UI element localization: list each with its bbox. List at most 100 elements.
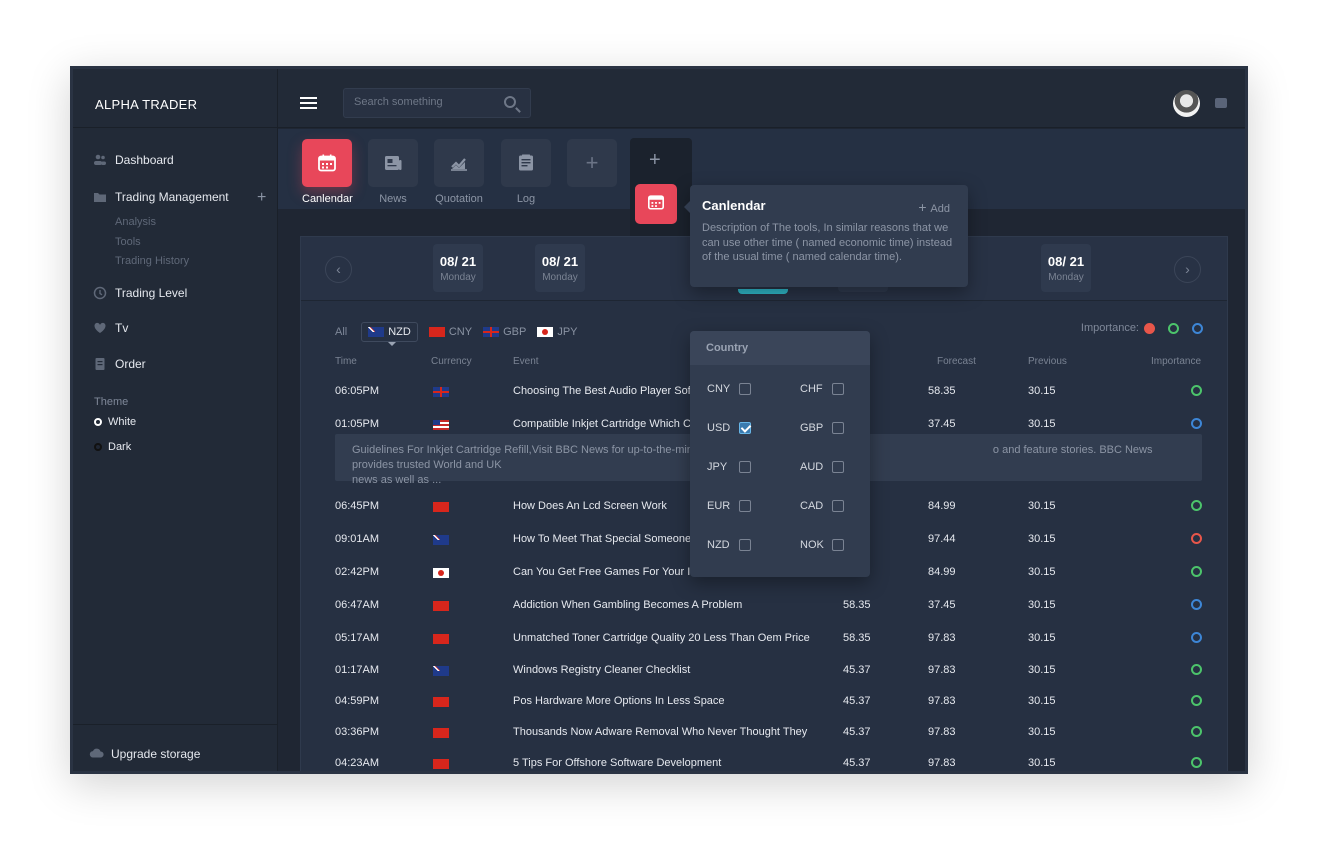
importance-indicator xyxy=(1191,695,1202,706)
filter-all[interactable]: All xyxy=(335,326,347,338)
sidebar-subitem-tools[interactable]: Tools xyxy=(115,236,141,248)
country-option-usd[interactable]: USD xyxy=(707,422,751,434)
cell-time: 01:17AM xyxy=(335,664,380,676)
checkbox[interactable] xyxy=(739,461,751,473)
chart-icon xyxy=(434,139,484,187)
add-button[interactable]: + Add xyxy=(918,199,950,215)
tool-quotation[interactable]: Quotation xyxy=(434,139,484,205)
col-header-event[interactable]: Event xyxy=(513,356,539,367)
menu-icon[interactable] xyxy=(300,97,317,112)
sidebar-item-order[interactable]: Order xyxy=(93,357,146,371)
date-chip[interactable]: 08/ 21 Monday xyxy=(535,244,585,292)
sidebar-item-label: Trading Management xyxy=(115,190,229,204)
sidebar-item-tv[interactable]: Tv xyxy=(93,321,128,335)
country-option-aud[interactable]: AUD xyxy=(800,461,844,473)
importance-high-toggle[interactable] xyxy=(1144,322,1155,334)
sidebar-item-label: Tv xyxy=(115,321,129,335)
country-option-cad[interactable]: CAD xyxy=(800,500,844,512)
divider xyxy=(73,724,278,725)
document-icon xyxy=(93,357,107,371)
checkbox[interactable] xyxy=(739,539,751,551)
cell-actual: 45.37 xyxy=(843,664,871,676)
cell-previous: 30.15 xyxy=(1028,757,1056,769)
table-row[interactable]: 05:17AM Unmatched Toner Cartridge Quality… xyxy=(301,624,1227,654)
divider xyxy=(73,127,278,128)
date-day: Monday xyxy=(542,272,578,283)
search-icon[interactable] xyxy=(504,96,516,108)
country-label: EUR xyxy=(707,500,731,512)
shortcut-calendar-button[interactable] xyxy=(635,184,677,224)
checkbox[interactable] xyxy=(832,422,844,434)
chat-icon[interactable] xyxy=(1215,98,1227,108)
importance-low-toggle[interactable] xyxy=(1192,322,1203,334)
table-row[interactable]: 04:23AM 5 Tips For Offshore Software Deve… xyxy=(301,749,1227,771)
folder-icon xyxy=(93,190,107,204)
checkbox[interactable] xyxy=(739,500,751,512)
table-row[interactable]: 03:36PM Thousands Now Adware Removal Who … xyxy=(301,718,1227,748)
filter-jpy[interactable]: JPY xyxy=(537,326,578,338)
country-option-nzd[interactable]: NZD xyxy=(707,539,751,551)
cell-forecast: 97.83 xyxy=(928,757,956,769)
currency-filter: All NZD CNY GBP JPY xyxy=(335,322,589,346)
country-option-jpy[interactable]: JPY xyxy=(707,461,751,473)
sidebar: ALPHA TRADER Dashboard Trading Managemen… xyxy=(73,69,278,771)
plus-icon[interactable]: + xyxy=(649,149,661,172)
col-header-time[interactable]: Time xyxy=(335,356,357,367)
date-chip[interactable]: 08/ 21 Monday xyxy=(433,244,483,292)
upgrade-storage-button[interactable]: Upgrade storage xyxy=(89,747,200,761)
checkbox[interactable] xyxy=(832,383,844,395)
checkbox[interactable] xyxy=(832,461,844,473)
tool-news[interactable]: News xyxy=(368,139,418,205)
filter-label: JPY xyxy=(557,326,578,338)
table-row[interactable]: 04:59PM Pos Hardware More Options In Less… xyxy=(301,687,1227,717)
cell-time: 01:05PM xyxy=(335,418,380,430)
cell-time: 04:23AM xyxy=(335,757,380,769)
theme-option-white[interactable]: White xyxy=(94,416,136,428)
chevron-left-icon[interactable]: ‹ xyxy=(325,256,352,283)
cell-actual: 45.37 xyxy=(843,695,871,707)
cell-actual: 58.35 xyxy=(843,632,871,644)
table-row[interactable]: 01:17AM Windows Registry Cleaner Checklis… xyxy=(301,656,1227,686)
nzd-flag-icon xyxy=(433,666,449,676)
col-header-importance[interactable]: Importance xyxy=(1151,356,1201,367)
country-panel-title: Country xyxy=(690,331,870,365)
col-header-previous[interactable]: Previous xyxy=(1028,356,1067,367)
checkbox[interactable] xyxy=(739,422,751,434)
table-row[interactable]: 06:47AM Addiction When Gambling Becomes A… xyxy=(301,591,1227,621)
country-label: CHF xyxy=(800,383,823,395)
cell-event: Unmatched Toner Cartridge Quality 20 Les… xyxy=(513,632,810,644)
sidebar-subitem-analysis[interactable]: Analysis xyxy=(115,216,156,228)
tool-calendar[interactable]: Canlendar xyxy=(302,139,353,205)
country-option-chf[interactable]: CHF xyxy=(800,383,844,395)
filter-gbp[interactable]: GBP xyxy=(483,326,526,338)
sidebar-subitem-trading-history[interactable]: Trading History xyxy=(115,255,189,267)
country-option-cny[interactable]: CNY xyxy=(707,383,751,395)
date-chip[interactable]: 08/ 21 Monday xyxy=(1041,244,1091,292)
checkbox[interactable] xyxy=(739,383,751,395)
sidebar-item-dashboard[interactable]: Dashboard xyxy=(93,153,174,167)
add-tool-button[interactable]: + xyxy=(567,139,617,187)
col-header-forecast[interactable]: Forecast xyxy=(937,356,976,367)
country-option-nok[interactable]: NOK xyxy=(800,539,844,551)
avatar[interactable] xyxy=(1173,90,1200,117)
tool-log[interactable]: Log xyxy=(501,139,551,205)
search-input[interactable] xyxy=(354,96,494,108)
checkbox[interactable] xyxy=(832,500,844,512)
sidebar-item-trading-management[interactable]: Trading Management xyxy=(93,190,229,204)
country-option-eur[interactable]: EUR xyxy=(707,500,751,512)
country-option-gbp[interactable]: GBP xyxy=(800,422,844,434)
theme-label: Theme xyxy=(94,396,129,408)
checkbox[interactable] xyxy=(832,539,844,551)
chevron-right-icon[interactable]: › xyxy=(1174,256,1201,283)
sidebar-item-trading-level[interactable]: Trading Level xyxy=(93,286,187,300)
importance-medium-toggle[interactable] xyxy=(1168,322,1179,334)
col-header-currency[interactable]: Currency xyxy=(431,356,472,367)
filter-nzd[interactable]: NZD xyxy=(361,322,418,346)
date-value: 08/ 21 xyxy=(439,254,477,269)
cell-forecast: 58.35 xyxy=(928,385,956,397)
expand-plus-icon[interactable]: + xyxy=(257,189,266,207)
cell-previous: 30.15 xyxy=(1028,418,1056,430)
filter-cny[interactable]: CNY xyxy=(428,326,472,338)
theme-option-dark[interactable]: Dark xyxy=(94,441,131,453)
cell-forecast: 37.45 xyxy=(928,599,956,611)
